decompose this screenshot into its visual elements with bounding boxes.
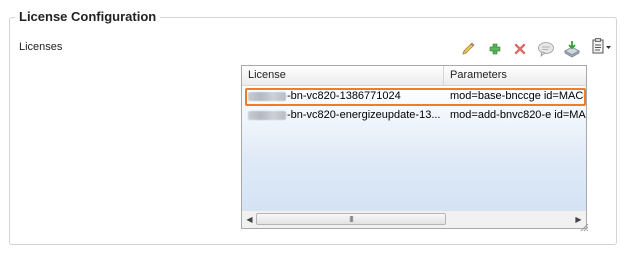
delete-license-button[interactable] (510, 40, 530, 60)
install-icon (563, 40, 581, 61)
clipboard-menu-icon (591, 37, 613, 58)
grid-header: License Parameters (242, 66, 586, 86)
pencil-icon (460, 41, 476, 60)
license-name: -bn-vc820-energizeupdate-13... (287, 109, 441, 121)
table-row[interactable]: -bn-vc820-energizeupdate-13... mod=add-b… (242, 106, 586, 125)
plus-icon (488, 42, 502, 59)
license-cell: -bn-vc820-1386771024 (242, 87, 444, 106)
column-header-license[interactable]: License (242, 66, 444, 85)
edit-license-button[interactable] (458, 40, 478, 60)
license-cell: -bn-vc820-energizeupdate-13... (242, 106, 444, 125)
redacted-license-prefix (248, 110, 286, 120)
column-header-parameters[interactable]: Parameters (444, 66, 586, 85)
resize-grip-icon[interactable] (580, 223, 589, 232)
comment-icon (537, 41, 555, 60)
add-license-button[interactable] (485, 40, 505, 60)
table-row[interactable]: -bn-vc820-1386771024 mod=base-bnccge id=… (242, 87, 586, 106)
delete-icon (513, 42, 527, 59)
scroll-left-icon[interactable]: ◀ (243, 213, 256, 226)
install-license-button[interactable] (562, 40, 582, 60)
license-name: -bn-vc820-1386771024 (287, 90, 401, 102)
parameters-cell: mod=add-bnvc820-e id=MAC (450, 109, 586, 121)
licenses-label: Licenses (19, 41, 63, 53)
licenses-grid: License Parameters -bn-vc820-1386771024 … (241, 65, 587, 229)
horizontal-scrollbar[interactable]: ◀ III ▶ (242, 210, 586, 228)
section-title: License Configuration (15, 9, 161, 24)
comment-button[interactable] (536, 40, 556, 60)
scrollbar-thumb[interactable]: III (256, 213, 446, 225)
options-menu-button[interactable] (592, 37, 612, 57)
redacted-license-prefix (248, 91, 286, 101)
parameters-cell: mod=base-bnccge id=MAC-0 (450, 90, 586, 102)
